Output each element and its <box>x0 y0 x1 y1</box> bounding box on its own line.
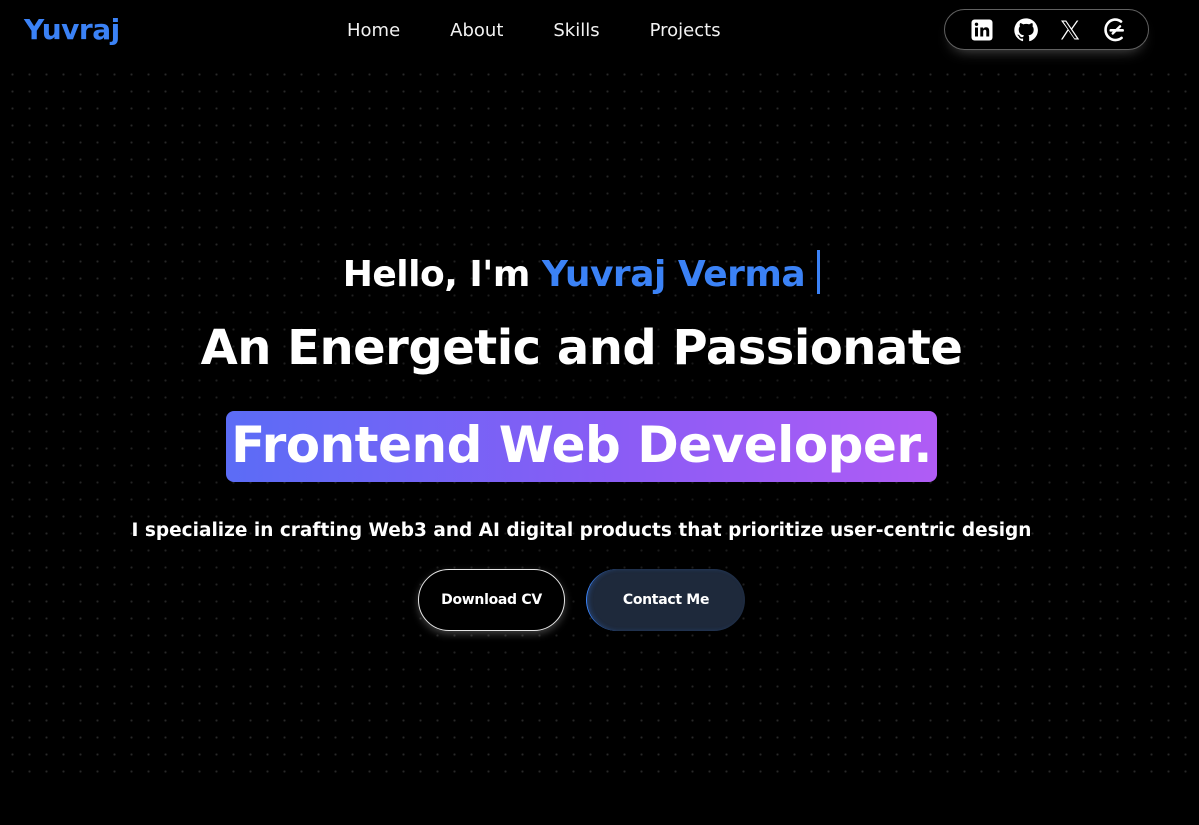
nav-links: Home About Skills Projects <box>347 19 721 43</box>
logo[interactable]: Yuvraj <box>24 12 120 48</box>
nav-link-about[interactable]: About <box>450 19 503 43</box>
greeting-prefix: Hello, I'm <box>342 254 531 295</box>
hero-headline: An Energetic and Passionate <box>200 320 963 376</box>
hero-name: Yuvraj Verma <box>541 254 806 295</box>
download-cv-button[interactable]: Download CV <box>418 569 565 631</box>
nav-link-home[interactable]: Home <box>347 19 400 43</box>
github-icon[interactable] <box>1013 17 1039 43</box>
role-wrapper: Frontend Web Developer. <box>0 411 1163 482</box>
navbar: Yuvraj Home About Skills Projects <box>0 0 1199 62</box>
hashnode-icon[interactable] <box>1101 17 1127 43</box>
linkedin-icon[interactable] <box>969 17 995 43</box>
nav-link-skills[interactable]: Skills <box>553 19 599 43</box>
x-twitter-icon[interactable] <box>1057 17 1083 43</box>
hero-tagline: I specialize in crafting Web3 and AI dig… <box>131 520 1032 541</box>
social-links <box>944 9 1149 50</box>
greeting: Hello, I'm Yuvraj Verma <box>0 250 1163 298</box>
nav-link-projects[interactable]: Projects <box>650 19 721 43</box>
typing-cursor <box>817 250 821 294</box>
page: Yuvraj Home About Skills Projects Hello,… <box>0 0 1199 825</box>
role-highlight: Frontend Web Developer. <box>226 411 937 482</box>
contact-me-button[interactable]: Contact Me <box>586 569 745 631</box>
